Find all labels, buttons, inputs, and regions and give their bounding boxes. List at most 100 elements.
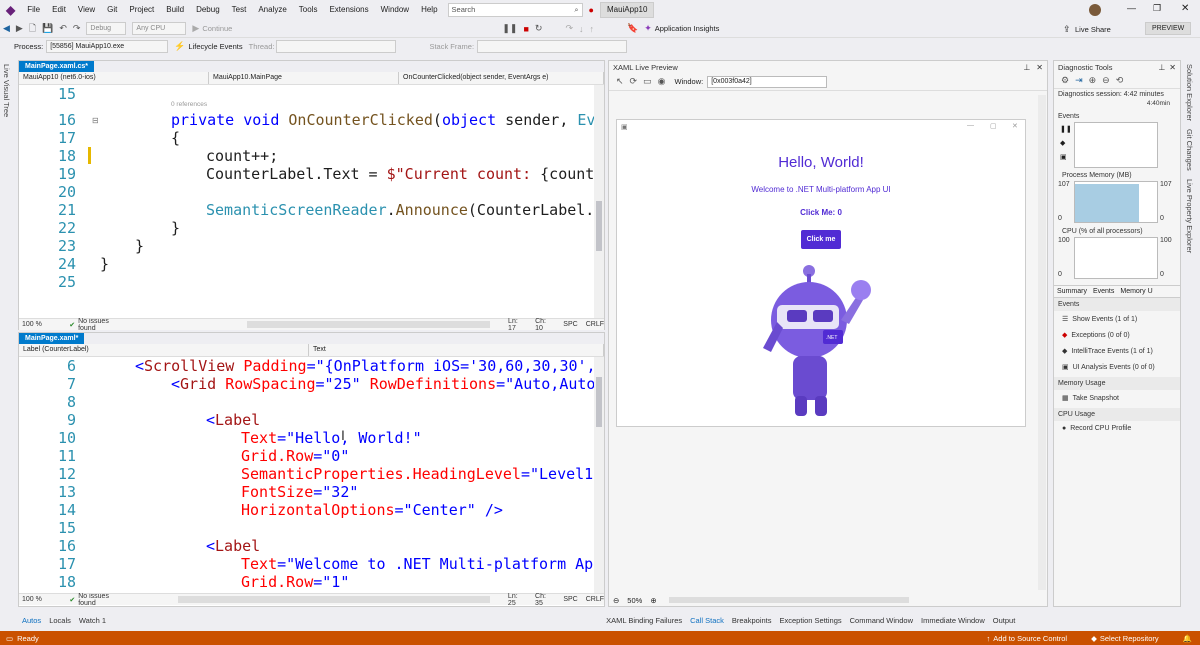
tab-breakpoints[interactable]: Breakpoints — [728, 616, 776, 625]
maximize-button[interactable]: ❐ — [1153, 3, 1161, 14]
pin-icon[interactable]: ⊥ — [1158, 63, 1165, 72]
references-codelens[interactable]: 0 references — [171, 101, 207, 108]
close-panel-icon[interactable]: ✕ — [1169, 63, 1176, 72]
tab-watch1[interactable]: Watch 1 — [75, 616, 110, 625]
pointer-icon[interactable]: ↖ — [616, 76, 624, 87]
menu-help[interactable]: Help — [415, 0, 443, 20]
zoom-out-icon[interactable]: ⊖ — [1102, 75, 1110, 86]
tab-xaml-binding-failures[interactable]: XAML Binding Failures — [602, 616, 686, 625]
spc-indicator[interactable]: SPC — [563, 596, 577, 603]
menu-debug[interactable]: Debug — [190, 0, 226, 20]
tab-locals[interactable]: Locals — [45, 616, 75, 625]
stop-icon[interactable]: ■ — [523, 24, 528, 34]
bookmark-icon[interactable]: 🔖 — [627, 23, 638, 34]
take-snapshot-label[interactable]: Take Snapshot — [1073, 395, 1119, 402]
type-dropdown[interactable]: MauiApp10.MainPage — [209, 72, 399, 84]
hot-reload-icon[interactable]: ⟳ — [630, 76, 638, 87]
preview-vscroll[interactable] — [1038, 95, 1046, 590]
menu-view[interactable]: View — [72, 0, 101, 20]
menu-analyze[interactable]: Analyze — [252, 0, 292, 20]
platform-dropdown[interactable]: Any CPU — [132, 22, 187, 35]
live-property-explorer-tab[interactable]: Live Property Explorer — [1183, 175, 1196, 257]
code-area[interactable]: 15 16 17 18 19 20 21 22 23 24 25 ⊟ 0 ref… — [19, 85, 604, 318]
process-dropdown[interactable]: [55856] MauiApp10.exe — [46, 39, 169, 53]
zoom-dropdown[interactable]: 100 % — [22, 321, 59, 328]
list-item[interactable]: ▣ UI Analysis Events (0 of 0) — [1054, 359, 1180, 375]
menu-git[interactable]: Git — [101, 0, 123, 20]
select-repo-button[interactable]: Select Repository — [1100, 634, 1159, 643]
menu-file[interactable]: File — [21, 0, 46, 20]
eye-icon[interactable]: ◉ — [658, 76, 666, 87]
pause-icon[interactable]: ❚❚ — [502, 23, 517, 34]
intellitrace-label[interactable]: IntelliTrace Events (1 of 1) — [1071, 348, 1152, 355]
tab-mainpage-cs[interactable]: MainPage.xaml.cs* — [19, 61, 95, 72]
source-control-icon[interactable]: ↑ — [987, 634, 991, 643]
thread-dropdown[interactable] — [276, 39, 397, 53]
tab-summary[interactable]: Summary — [1054, 288, 1090, 295]
minimize-button[interactable]: — — [1127, 3, 1136, 13]
app-insights-button[interactable]: Application Insights — [655, 24, 720, 33]
show-events-label[interactable]: Show Events (1 of 1) — [1072, 316, 1137, 323]
app-close-button[interactable]: ✕ — [1012, 122, 1018, 130]
spc-indicator[interactable]: SPC — [563, 321, 577, 328]
take-snapshot-button[interactable]: ▦ Take Snapshot — [1054, 390, 1180, 406]
list-item[interactable]: ☰ Show Events (1 of 1) — [1054, 311, 1180, 327]
step-into-icon[interactable]: ↓ — [579, 24, 584, 34]
menu-window[interactable]: Window — [375, 0, 415, 20]
live-share-icon[interactable]: ⇪ — [1063, 24, 1071, 35]
close-button[interactable]: ✕ — [1181, 3, 1189, 14]
add-source-control-button[interactable]: Add to Source Control — [993, 634, 1067, 643]
settings-icon[interactable]: ⚙ — [1061, 75, 1069, 86]
live-visual-tree-tab[interactable]: Live Visual Tree — [0, 60, 13, 121]
window-dropdown[interactable]: [0x003f0a42] — [707, 75, 828, 88]
scrollbar-thumb[interactable] — [596, 377, 602, 427]
lifecycle-icon[interactable]: ⚡ — [174, 41, 185, 52]
horizontal-scrollbar[interactable] — [247, 321, 491, 328]
record-cpu-button[interactable]: ● Record CPU Profile — [1054, 421, 1180, 436]
record-cpu-label[interactable]: Record CPU Profile — [1070, 425, 1131, 432]
save-icon[interactable]: 💾 — [42, 23, 53, 34]
property-dropdown[interactable]: Text — [309, 344, 604, 356]
solution-explorer-tab[interactable]: Solution Explorer — [1183, 60, 1196, 125]
menu-build[interactable]: Build — [160, 0, 190, 20]
scrollbar-thumb[interactable] — [596, 201, 602, 251]
project-dropdown[interactable]: MauiApp10 (net6.0-ios) — [19, 72, 209, 84]
issues-label[interactable]: No issues found — [78, 593, 127, 607]
notification-icon[interactable]: 🔔 — [1183, 634, 1192, 643]
zoom-level[interactable]: 50% — [627, 596, 642, 605]
app-maximize-button[interactable]: ▢ — [990, 122, 997, 130]
pin-icon[interactable]: ⊥ — [1023, 63, 1030, 72]
new-file-icon[interactable]: 🗋 — [29, 21, 36, 37]
exceptions-label[interactable]: Exceptions (0 of 0) — [1071, 332, 1129, 339]
click-me-button[interactable]: Click me — [801, 230, 841, 249]
tab-autos[interactable]: Autos — [18, 616, 45, 625]
horizontal-scrollbar[interactable] — [177, 596, 490, 603]
step-over-icon[interactable]: ↷ — [565, 23, 573, 34]
menu-project[interactable]: Project — [123, 0, 160, 20]
tab-events[interactable]: Events — [1090, 288, 1117, 295]
list-item[interactable]: ◆ IntelliTrace Events (1 of 1) — [1054, 343, 1180, 359]
reset-zoom-icon[interactable]: ⟲ — [1116, 75, 1124, 86]
code-area[interactable]: 6 7 8 9 10 11 12 13 14 15 16 17 18 <Scro… — [19, 357, 604, 593]
close-panel-icon[interactable]: ✕ — [1036, 63, 1043, 72]
continue-icon[interactable]: ▶ — [192, 23, 199, 34]
zoom-out-icon[interactable]: ⊖ — [613, 596, 619, 605]
undo-icon[interactable]: ↶ — [59, 23, 67, 34]
element-dropdown[interactable]: Label (CounterLabel) — [19, 344, 309, 356]
export-icon[interactable]: ⇥ — [1075, 75, 1083, 86]
preview-hscroll[interactable] — [668, 597, 909, 603]
list-item[interactable]: ◆ Exceptions (0 of 0) — [1054, 327, 1180, 343]
back-icon[interactable]: ◀ — [3, 23, 10, 34]
step-out-icon[interactable]: ↑ — [589, 24, 594, 34]
vs-logo-icon[interactable]: ◆ — [6, 3, 15, 17]
menu-test[interactable]: Test — [226, 0, 253, 20]
crlf-indicator[interactable]: CRLF — [586, 321, 604, 328]
member-dropdown[interactable]: OnCounterClicked(object sender, EventArg… — [399, 72, 604, 84]
tab-exception-settings[interactable]: Exception Settings — [776, 616, 846, 625]
repo-icon[interactable]: ◆ — [1091, 634, 1097, 643]
ui-analysis-label[interactable]: UI Analysis Events (0 of 0) — [1073, 364, 1155, 371]
git-changes-tab[interactable]: Git Changes — [1183, 125, 1196, 175]
zoom-in-icon[interactable]: ⊕ — [650, 596, 656, 605]
menu-extensions[interactable]: Extensions — [323, 0, 374, 20]
app-insights-icon[interactable]: ✦ — [644, 23, 652, 34]
